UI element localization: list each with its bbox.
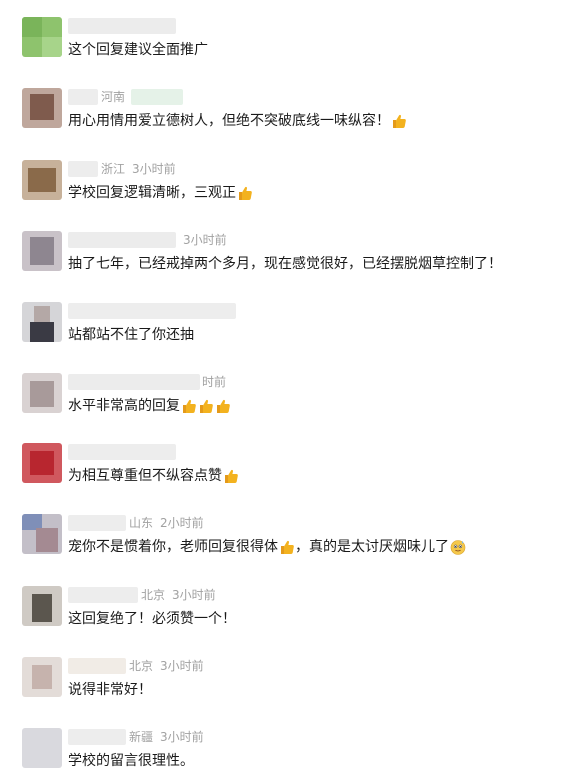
comment-location: 北京 [141, 588, 166, 602]
avatar[interactable] [22, 586, 62, 626]
comment-text: 用心用情用爱立德树人，但绝不突破底线一味纵容！ [68, 111, 407, 131]
comment-text: 宠你不是惯着你，老师回复很得体 ，真的是太讨厌烟味儿了 [68, 537, 466, 557]
comment-meta [68, 302, 236, 320]
username-blurred[interactable] [68, 729, 126, 745]
comment-text: 站都站不住了你还抽 [68, 327, 194, 343]
thumbs-up-icon [391, 113, 407, 129]
avatar[interactable] [22, 231, 62, 271]
comment-meta: 北京 3小时前 [68, 657, 204, 675]
username-blurred[interactable] [68, 303, 236, 319]
avatar[interactable] [22, 160, 62, 200]
comment-text: 这回复绝了！必须赞一个！ [68, 611, 236, 627]
avatar[interactable] [22, 373, 62, 413]
comment-meta: 山东 2小时前 [68, 514, 204, 532]
comment-location: 新疆 [129, 730, 154, 744]
avatar[interactable] [22, 302, 62, 342]
avatar[interactable] [22, 88, 62, 128]
comment-time: 2小时前 [160, 516, 204, 530]
comment-meta: 新疆 3小时前 [68, 728, 204, 746]
comment-meta: 时前 [68, 373, 226, 391]
comment-meta [68, 443, 176, 461]
sweat-smile-icon [450, 539, 466, 555]
comment-item: 站都站不住了你还抽 [0, 302, 564, 372]
comment-text: 抽了七年，已经戒掉两个多月，现在感觉很好，已经摆脱烟草控制了！ [68, 256, 502, 272]
comment-item: 山东 2小时前 宠你不是惯着你，老师回复很得体 ，真的是太讨厌烟味儿了 [0, 514, 564, 584]
comment-time: 3小时前 [132, 162, 176, 176]
username-blurred[interactable] [68, 515, 126, 531]
comment-item: 河南 用心用情用爱立德树人，但绝不突破底线一味纵容！ [0, 88, 564, 158]
comment-location: 河南 [101, 90, 126, 104]
username-blurred[interactable] [68, 18, 176, 34]
comment-item: 这个回复建议全面推广 [0, 17, 564, 87]
comment-item: 3小时前 抽了七年，已经戒掉两个多月，现在感觉很好，已经摆脱烟草控制了！ [0, 231, 564, 301]
comment-text: 说得非常好！ [68, 682, 152, 698]
comment-time: 3小时前 [172, 588, 216, 602]
comment-meta: 河南 [68, 88, 184, 106]
comment-item: 新疆 3小时前 学校的留言很理性。 [0, 728, 564, 779]
comment-time: 时前 [202, 375, 227, 389]
avatar[interactable] [22, 728, 62, 768]
comment-text: 这个回复建议全面推广 [68, 42, 208, 58]
comment-location: 山东 [129, 516, 154, 530]
username-blurred[interactable] [68, 232, 176, 248]
comment-location: 北京 [129, 659, 154, 673]
thumbs-up-icon [223, 468, 239, 484]
badge-blurred [131, 89, 184, 105]
thumbs-up-icon [215, 398, 231, 414]
comment-time: 3小时前 [160, 730, 204, 744]
thumbs-up-icon [198, 398, 214, 414]
username-blurred[interactable] [68, 444, 176, 460]
thumbs-up-icon [279, 539, 295, 555]
avatar[interactable] [22, 657, 62, 697]
username-blurred[interactable] [68, 587, 138, 603]
comment-item: 为相互尊重但不纵容点赞 [0, 443, 564, 513]
username-blurred[interactable] [68, 658, 126, 674]
comment-text: 为相互尊重但不纵容点赞 [68, 466, 239, 486]
comment-list: 这个回复建议全面推广 河南 用心用情用爱立德树人，但绝不突破底线一味纵容！ 浙江… [0, 0, 564, 779]
comment-text: 学校的留言很理性。 [68, 753, 194, 769]
comment-text: 学校回复逻辑清晰，三观正 [68, 183, 253, 203]
comment-meta: 北京 3小时前 [68, 586, 216, 604]
comment-time: 3小时前 [160, 659, 204, 673]
comment-text: 水平非常高的回复 [68, 396, 231, 416]
username-blurred[interactable] [68, 89, 98, 105]
comment-meta: 3小时前 [68, 231, 227, 249]
avatar[interactable] [22, 443, 62, 483]
comment-item: 北京 3小时前 这回复绝了！必须赞一个！ [0, 586, 564, 656]
avatar[interactable] [22, 514, 62, 554]
thumbs-up-icon [237, 185, 253, 201]
username-blurred[interactable] [68, 161, 98, 177]
comment-item: 北京 3小时前 说得非常好！ [0, 657, 564, 727]
avatar[interactable] [22, 17, 62, 57]
comment-meta: 浙江 3小时前 [68, 160, 176, 178]
username-blurred[interactable] [68, 374, 200, 390]
comment-meta [68, 17, 176, 35]
comment-location: 浙江 [101, 162, 126, 176]
thumbs-up-icon [181, 398, 197, 414]
comment-time: 3小时前 [183, 233, 227, 247]
comment-item: 浙江 3小时前 学校回复逻辑清晰，三观正 [0, 160, 564, 230]
comment-item: 时前 水平非常高的回复 [0, 373, 564, 443]
